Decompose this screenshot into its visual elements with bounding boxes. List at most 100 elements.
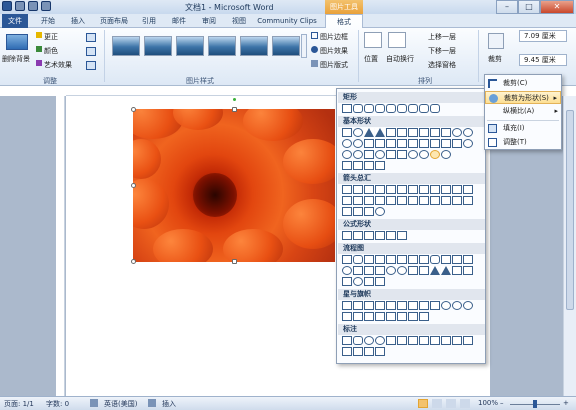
shape-star-7[interactable] xyxy=(397,301,407,310)
zoom-slider-thumb[interactable] xyxy=(533,400,537,408)
picture-layout-button[interactable]: 图片版式 xyxy=(320,60,348,70)
shape-star-8[interactable] xyxy=(408,301,418,310)
shape-curved-right[interactable] xyxy=(342,196,352,205)
shape-arrow-up[interactable] xyxy=(364,185,374,194)
close-button[interactable]: ✕ xyxy=(540,0,574,14)
picture-style-2[interactable] xyxy=(144,36,172,56)
shape-horizontal-scroll[interactable] xyxy=(397,312,407,321)
shape-diagonal-stripe[interactable] xyxy=(397,139,407,148)
shape-document[interactable] xyxy=(408,255,418,264)
shape-left-up-arrow[interactable] xyxy=(452,185,462,194)
shape-callout-quad[interactable] xyxy=(364,207,374,216)
shape-wave[interactable] xyxy=(408,312,418,321)
shape-parallelogram[interactable] xyxy=(386,128,396,137)
shape-arrow-lru[interactable] xyxy=(419,185,429,194)
shape-preparation[interactable] xyxy=(441,255,451,264)
bring-forward-button[interactable]: 上移一层 xyxy=(428,32,456,42)
shape-line-callout-1[interactable] xyxy=(386,336,396,345)
scroll-thumb[interactable] xyxy=(566,110,574,310)
picture-style-5[interactable] xyxy=(240,36,268,56)
shape-textbox[interactable] xyxy=(342,128,352,137)
save-icon[interactable] xyxy=(15,1,25,11)
shape-arc[interactable] xyxy=(441,150,451,159)
flower-picture[interactable] xyxy=(133,109,335,262)
shape-terminator[interactable] xyxy=(430,255,440,264)
shape-line-callout-12[interactable] xyxy=(375,347,385,356)
shape-sequential-access[interactable] xyxy=(342,277,352,286)
shape-folded-corner[interactable] xyxy=(364,150,374,159)
shape-brace-pair[interactable] xyxy=(353,161,363,170)
tab-review[interactable]: 审阅 xyxy=(196,14,222,28)
shape-diamond[interactable] xyxy=(408,128,418,137)
picture-style-6[interactable] xyxy=(272,36,300,56)
shape-snip-rect[interactable] xyxy=(364,104,374,113)
shape-pentagon[interactable] xyxy=(419,128,429,137)
shape-or[interactable] xyxy=(397,266,407,275)
shape-pie[interactable] xyxy=(342,139,352,148)
shape-star-6[interactable] xyxy=(386,301,396,310)
color-button[interactable]: 颜色 xyxy=(44,46,58,56)
shape-bent-up-arrow[interactable] xyxy=(463,185,473,194)
shape-star-32[interactable] xyxy=(463,301,473,310)
picture-border-button[interactable]: 图片边框 xyxy=(320,32,348,42)
menu-item-crop[interactable]: 裁剪(C) xyxy=(485,77,561,90)
shape-callout-left[interactable] xyxy=(441,196,451,205)
rotate-handle[interactable] xyxy=(233,98,236,101)
shape-manual-operation[interactable] xyxy=(463,255,473,264)
shape-chord[interactable] xyxy=(353,139,363,148)
web-layout-icon[interactable] xyxy=(446,399,456,408)
shape-double-wave[interactable] xyxy=(419,312,429,321)
shape-summing-junction[interactable] xyxy=(386,266,396,275)
send-backward-button[interactable]: 下移一层 xyxy=(428,46,456,56)
shape-cloud-callout[interactable] xyxy=(375,336,385,345)
shape-alt-process[interactable] xyxy=(353,255,363,264)
shape-star-4[interactable] xyxy=(364,301,374,310)
shape-vertical-scroll[interactable] xyxy=(386,312,396,321)
shape-line-callout-3[interactable] xyxy=(408,336,418,345)
shape-smiley[interactable] xyxy=(375,150,385,159)
shape-offpage[interactable] xyxy=(353,266,363,275)
shape-arrow-lr[interactable] xyxy=(386,185,396,194)
shape-multiply[interactable] xyxy=(364,231,374,240)
shape-curved-down[interactable] xyxy=(375,196,385,205)
artistic-effects-button[interactable]: 艺术效果 xyxy=(44,60,72,70)
shape-trapezoid[interactable] xyxy=(397,128,407,137)
shape-callout-down[interactable] xyxy=(463,196,473,205)
shape-notched-arrow[interactable] xyxy=(397,196,407,205)
shape-callout-right[interactable] xyxy=(430,196,440,205)
shape-curved-up[interactable] xyxy=(364,196,374,205)
shape-arrow-quad[interactable] xyxy=(408,185,418,194)
shape-data[interactable] xyxy=(375,255,385,264)
shape-donut[interactable] xyxy=(463,139,473,148)
shape-plaque[interactable] xyxy=(419,139,429,148)
styles-gallery-scroll[interactable] xyxy=(301,34,307,58)
shape-stored-data[interactable] xyxy=(452,266,462,275)
shape-decagon[interactable] xyxy=(463,128,473,137)
shape-bent-arrow[interactable] xyxy=(430,185,440,194)
shape-arrow-down[interactable] xyxy=(375,185,385,194)
shape-predefined[interactable] xyxy=(386,255,396,264)
shape-divide[interactable] xyxy=(375,231,385,240)
picture-style-1[interactable] xyxy=(112,36,140,56)
print-layout-icon[interactable] xyxy=(418,399,428,408)
shape-extract[interactable] xyxy=(430,266,440,275)
shape-octagon[interactable] xyxy=(452,128,462,137)
shape-arrow-ud[interactable] xyxy=(397,185,407,194)
shape-heart[interactable] xyxy=(386,150,396,159)
shape-triangle[interactable] xyxy=(364,128,374,137)
shape-line-callout-7[interactable] xyxy=(452,336,462,345)
resize-handle-top[interactable] xyxy=(232,107,237,112)
shape-round-1[interactable] xyxy=(419,104,429,113)
shape-hexagon[interactable] xyxy=(430,128,440,137)
shape-no-symbol[interactable] xyxy=(342,150,352,159)
shape-snip-4[interactable] xyxy=(397,104,407,113)
shape-line-callout-4[interactable] xyxy=(419,336,429,345)
shape-curved-ribbon-up[interactable] xyxy=(364,312,374,321)
shape-heptagon[interactable] xyxy=(441,128,451,137)
shape-circular-arrow[interactable] xyxy=(375,207,385,216)
shape-star-5[interactable] xyxy=(375,301,385,310)
shape-minus[interactable] xyxy=(353,231,363,240)
shape-magnetic-disk[interactable] xyxy=(353,277,363,286)
shape-equal[interactable] xyxy=(386,231,396,240)
position-button[interactable]: 位置 xyxy=(364,54,378,64)
